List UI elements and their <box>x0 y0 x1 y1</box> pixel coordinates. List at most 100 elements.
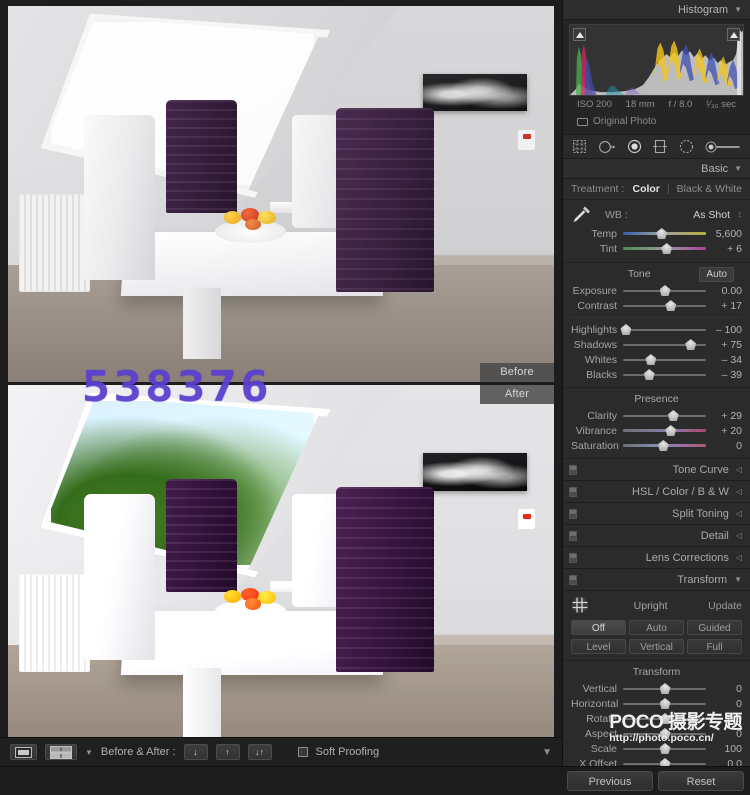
slider-value[interactable]: 0 <box>706 698 742 710</box>
slider-whites[interactable]: Whites – 34 <box>571 352 742 367</box>
slider-vibrance[interactable]: Vibrance + 20 <box>571 423 742 438</box>
presence-block[interactable]: Presence Clarity + 29 Vibrance + 20 Satu… <box>563 388 750 459</box>
slider-value[interactable]: 0.0 <box>706 713 742 725</box>
loupe-view-icon[interactable] <box>10 744 37 760</box>
collapse-arrow-icon[interactable]: ◁ <box>736 509 742 518</box>
viewer-toolbar[interactable]: ▼ Before & After : ↓ ↑ ↓↑ Soft Proofing … <box>0 737 562 766</box>
slider-value[interactable]: – 39 <box>706 369 742 381</box>
slider-value[interactable]: 0 <box>706 440 742 452</box>
slider-value[interactable]: 5,600 <box>706 228 742 240</box>
slider-value[interactable]: + 29 <box>706 410 742 422</box>
upright-level-button[interactable]: Level <box>571 639 626 654</box>
upright-vertical-button[interactable]: Vertical <box>629 639 684 654</box>
panel-split-toning[interactable]: Split Toning ◁ <box>563 503 750 525</box>
slider-contrast[interactable]: Contrast + 17 <box>571 298 742 313</box>
upright-buttons-row1[interactable]: Off Auto Guided <box>571 620 742 635</box>
chevron-down-icon[interactable]: ▼ <box>734 575 742 584</box>
upright-block[interactable]: Upright Update Off Auto Guided Level Ver… <box>563 591 750 661</box>
image-viewer[interactable]: Before After 538376 <box>0 0 562 766</box>
copy-after-to-before-button[interactable]: ↓ <box>183 744 208 760</box>
upright-buttons-row2[interactable]: Level Vertical Full <box>571 639 742 654</box>
auto-tone-button[interactable]: Auto <box>699 266 734 282</box>
crop-overlay-tool[interactable] <box>572 139 587 154</box>
red-eye-correction-tool[interactable] <box>627 139 642 154</box>
panel-switch-icon[interactable] <box>569 531 577 541</box>
panel-switch-icon[interactable] <box>569 509 577 519</box>
panel-switch-icon[interactable] <box>569 575 577 585</box>
slider-saturation[interactable]: Saturation 0 <box>571 438 742 453</box>
panel-switch-icon[interactable] <box>569 465 577 475</box>
before-after-split-icon[interactable] <box>45 744 77 760</box>
slider-value[interactable]: 100 <box>706 743 742 755</box>
histogram-header[interactable]: Histogram ▼ <box>563 0 750 20</box>
upright-full-button[interactable]: Full <box>687 639 742 654</box>
white-balance-selector-icon[interactable] <box>571 204 597 227</box>
previous-button[interactable]: Previous <box>567 771 653 791</box>
panel-lens-corrections[interactable]: Lens Corrections ◁ <box>563 547 750 569</box>
develop-right-panel[interactable]: Histogram ▼ ISO 200 18 mm f / 8.0 ¹⁄₃₆ s… <box>562 0 750 766</box>
panel-transform[interactable]: Transform ▼ <box>563 569 750 591</box>
swap-before-after-button[interactable]: ↓↑ <box>247 744 272 760</box>
slider-value[interactable]: + 20 <box>706 425 742 437</box>
chevron-down-icon[interactable]: ▼ <box>85 748 93 757</box>
radial-filter-tool[interactable] <box>679 139 694 154</box>
slider-track[interactable] <box>623 243 706 254</box>
wb-value[interactable]: As Shot <box>693 209 742 221</box>
spot-removal-tool[interactable] <box>598 140 616 154</box>
panel-detail[interactable]: Detail ◁ <box>563 525 750 547</box>
chevron-down-icon[interactable]: ▼ <box>734 164 742 173</box>
slider-value[interactable]: + 17 <box>706 300 742 312</box>
transform-sliders-block[interactable]: Transform Vertical 0 Horizontal 0 Rotate… <box>563 661 750 766</box>
collapse-arrow-icon[interactable]: ◁ <box>736 553 742 562</box>
collapse-arrow-icon[interactable]: ◁ <box>736 465 742 474</box>
slider-value[interactable]: 0.0 <box>706 758 742 767</box>
slider-horizontal[interactable]: Horizontal 0 <box>571 696 742 711</box>
slider-exposure[interactable]: Exposure 0.00 <box>571 283 742 298</box>
collapse-arrow-icon[interactable]: ◁ <box>736 487 742 496</box>
tone-block[interactable]: Tone Auto Exposure 0.00 Contrast + 17 Hi… <box>563 263 750 388</box>
upright-off-button[interactable]: Off <box>571 620 626 635</box>
chevron-down-icon[interactable]: ▼ <box>734 5 742 14</box>
slider-scale[interactable]: Scale 100 <box>571 741 742 756</box>
graduated-filter-tool[interactable] <box>653 139 668 154</box>
slider-x-offset[interactable]: X Offset 0.0 <box>571 756 742 766</box>
slider-temp[interactable]: Temp 5,600 <box>571 226 742 241</box>
slider-clarity[interactable]: Clarity + 29 <box>571 408 742 423</box>
upright-auto-button[interactable]: Auto <box>629 620 684 635</box>
copy-before-to-after-button[interactable]: ↑ <box>215 744 240 760</box>
after-image-pane[interactable]: After <box>8 385 554 762</box>
slider-value[interactable]: 0 <box>706 728 742 740</box>
reset-button[interactable]: Reset <box>658 771 744 791</box>
upright-guided-button[interactable]: Guided <box>687 620 742 635</box>
basic-header[interactable]: Basic ▼ <box>563 159 750 179</box>
slider-aspect[interactable]: Aspect 0 <box>571 726 742 741</box>
slider-highlights[interactable]: Highlights – 100 <box>571 322 742 337</box>
collapse-arrow-icon[interactable]: ◁ <box>736 531 742 540</box>
soft-proofing-checkbox[interactable] <box>297 747 308 757</box>
slider-value[interactable]: – 100 <box>706 324 742 336</box>
slider-value[interactable]: 0 <box>706 683 742 695</box>
panel-switch-icon[interactable] <box>569 553 577 563</box>
tool-strip[interactable] <box>563 134 750 159</box>
adjustment-brush-tool[interactable] <box>705 140 741 154</box>
panel-switch-icon[interactable] <box>569 487 577 497</box>
slider-shadows[interactable]: Shadows + 75 <box>571 337 742 352</box>
slider-value[interactable]: + 75 <box>706 339 742 351</box>
treatment-option-color[interactable]: Color <box>632 183 659 195</box>
white-balance-block[interactable]: WB : As Shot Temp 5,600 Tint + 6 <box>563 200 750 263</box>
upright-grid-icon[interactable] <box>571 596 593 617</box>
highlight-clipping-icon[interactable] <box>727 28 740 41</box>
slider-value[interactable]: – 34 <box>706 354 742 366</box>
slider-value[interactable]: + 6 <box>706 243 742 255</box>
upright-update-button[interactable]: Update <box>708 600 742 612</box>
treatment-row[interactable]: Treatment : Color | Black & White <box>563 179 750 200</box>
slider-track[interactable] <box>623 228 706 239</box>
slider-blacks[interactable]: Blacks – 39 <box>571 367 742 382</box>
slider-tint[interactable]: Tint + 6 <box>571 241 742 256</box>
histogram-graph[interactable] <box>569 24 744 96</box>
slider-value[interactable]: 0.00 <box>706 285 742 297</box>
slider-vertical[interactable]: Vertical 0 <box>571 681 742 696</box>
panel-tone-curve[interactable]: Tone Curve ◁ <box>563 459 750 481</box>
slider-rotate[interactable]: Rotate 0.0 <box>571 711 742 726</box>
before-image-pane[interactable]: Before <box>8 6 554 382</box>
